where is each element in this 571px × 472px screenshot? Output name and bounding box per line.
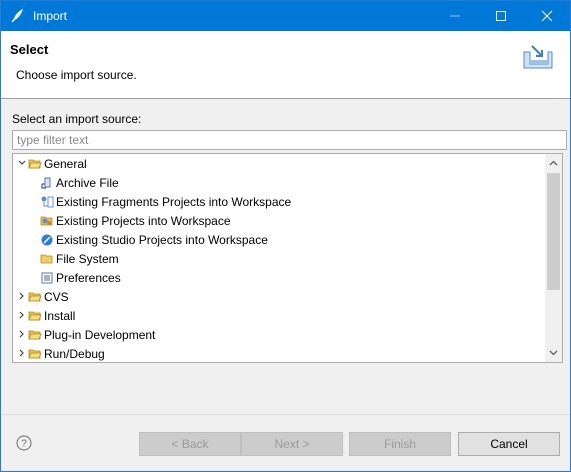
footer-divider (1, 414, 570, 415)
minimize-icon (450, 15, 460, 17)
tree-item-cvs[interactable]: CVS (13, 288, 543, 306)
tree-item-label: CVS (44, 290, 69, 304)
folder-closed-icon (28, 330, 42, 340)
next-button[interactable]: Next > (241, 432, 343, 456)
tree-item-label: Existing Studio Projects into Workspace (56, 233, 268, 247)
folder-closed-icon (28, 311, 42, 321)
tree-item-archive-file[interactable]: Archive File (13, 174, 543, 192)
archive-icon (41, 177, 51, 189)
tree-item-existing-projects[interactable]: Existing Projects into Workspace (13, 212, 543, 230)
folder-closed-icon (28, 349, 42, 359)
preferences-icon (41, 272, 53, 284)
scroll-up-icon[interactable] (549, 159, 558, 168)
eclipse-feather-icon (11, 8, 23, 23)
tree-item-run-debug[interactable]: Run/Debug (13, 345, 543, 362)
filter-input[interactable] (12, 130, 567, 150)
tree-item-general[interactable]: General (13, 155, 543, 173)
tree-item-label: Install (44, 309, 76, 323)
chevron-right-icon[interactable] (17, 291, 27, 301)
chevron-right-icon[interactable] (17, 310, 27, 320)
import-dialog: Import Select Choose import source. Sele… (0, 0, 571, 472)
tree-item-file-system[interactable]: File System (13, 250, 543, 268)
tree-item-existing-fragments[interactable]: Existing Fragments Projects into Workspa… (13, 193, 543, 211)
tree-item-label: General (44, 157, 87, 171)
tree-item-label: File System (56, 252, 119, 266)
tree-item-preferences[interactable]: Preferences (13, 269, 543, 287)
chevron-right-icon[interactable] (17, 348, 27, 358)
tree-item-label: Plug-in Development (44, 328, 156, 342)
chevron-right-icon[interactable] (17, 329, 27, 339)
chevron-down-icon[interactable] (17, 158, 27, 168)
page-description: Choose import source. (16, 68, 137, 82)
folder-open-icon (28, 159, 42, 169)
projects-icon (40, 216, 53, 226)
tree-item-label: Existing Fragments Projects into Workspa… (56, 195, 292, 209)
minimize-button[interactable] (432, 1, 478, 31)
tree-item-label: Existing Projects into Workspace (56, 214, 231, 228)
close-icon (541, 10, 553, 22)
tree-item-label: Archive File (56, 176, 119, 190)
window-title: Import (33, 9, 68, 23)
tree-item-install[interactable]: Install (13, 307, 543, 325)
fragments-icon (41, 196, 54, 208)
import-banner-icon (523, 45, 553, 69)
maximize-icon (496, 11, 506, 21)
source-label: Select an import source: (12, 112, 142, 126)
import-source-tree[interactable]: General Archive File Existing Fragments … (12, 153, 563, 363)
svg-text:?: ? (21, 439, 27, 450)
page-title: Select (10, 42, 49, 57)
help-icon[interactable]: ? (16, 435, 32, 451)
tree-scrollbar[interactable] (545, 154, 562, 362)
scroll-down-icon[interactable] (549, 348, 558, 357)
studio-icon (41, 234, 53, 246)
maximize-button[interactable] (478, 1, 524, 31)
folder-closed-icon (28, 292, 42, 302)
tree-item-label: Preferences (56, 271, 121, 285)
tree-item-plugin-development[interactable]: Plug-in Development (13, 326, 543, 344)
cancel-button[interactable]: Cancel (458, 432, 560, 456)
title-bar[interactable]: Import (1, 1, 570, 31)
finish-button[interactable]: Finish (349, 432, 451, 456)
tree-item-label: Run/Debug (44, 347, 105, 361)
folder-icon (40, 254, 53, 264)
wizard-header: Select Choose import source. (1, 31, 570, 99)
scrollbar-thumb[interactable] (547, 173, 560, 290)
tree-item-existing-studio-projects[interactable]: Existing Studio Projects into Workspace (13, 231, 543, 249)
back-button[interactable]: < Back (139, 432, 241, 456)
close-button[interactable] (524, 1, 570, 31)
